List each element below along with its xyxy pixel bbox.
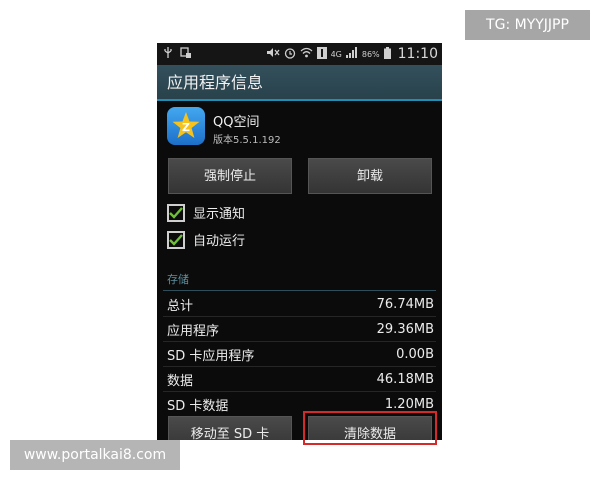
- show-notifications-label: 显示通知: [193, 207, 246, 222]
- storage-label: 应用程序: [167, 323, 220, 339]
- clear-data-highlight: [303, 411, 437, 445]
- network-type-label: 4G: [330, 49, 342, 59]
- storage-label: 总计: [167, 298, 194, 314]
- checkmark-icon: [169, 233, 183, 246]
- auto-run-label: 自动运行: [193, 234, 246, 249]
- storage-section-header: 存储: [167, 273, 189, 286]
- section-divider: [163, 290, 436, 291]
- notification-icon: [316, 46, 327, 62]
- storage-row-sd-app: SD 卡应用程序 0.00B: [167, 342, 434, 366]
- alarm-icon: [284, 47, 296, 62]
- usb-icon: [163, 46, 173, 62]
- show-notifications-checkbox[interactable]: [167, 203, 185, 222]
- storage-label: 数据: [167, 373, 194, 389]
- status-right: 4G 86% 11:10: [266, 46, 442, 62]
- wifi-icon: [300, 47, 313, 61]
- site-watermark: www.portalkai8.com: [10, 440, 180, 470]
- phone-screen: 4G 86% 11:10 应用程序信息 Z QQ空间 版本5.5.1.192 强…: [157, 43, 442, 440]
- storage-label: SD 卡数据: [167, 398, 229, 414]
- clock: 11:10: [397, 46, 438, 62]
- status-bar: 4G 86% 11:10: [157, 43, 442, 65]
- app-version: 版本5.5.1.192: [213, 135, 281, 146]
- storage-value: 76.74MB: [376, 296, 434, 312]
- tg-watermark: TG: MYYJJPP: [465, 10, 590, 40]
- mute-icon: [266, 47, 280, 61]
- uninstall-button[interactable]: 卸载: [308, 158, 432, 194]
- storage-value: 46.18MB: [376, 371, 434, 387]
- signal-icon: [345, 47, 358, 61]
- page-title: 应用程序信息: [157, 65, 442, 101]
- storage-value: 0.00B: [396, 346, 434, 362]
- storage-value: 29.36MB: [376, 321, 434, 337]
- status-left: [157, 46, 192, 62]
- app-name: QQ空间: [213, 115, 260, 130]
- move-to-sd-button[interactable]: 移动至 SD 卡: [168, 416, 292, 440]
- storage-row-data: 数据 46.18MB: [167, 367, 434, 391]
- storage-label: SD 卡应用程序: [167, 348, 255, 364]
- auto-run-checkbox[interactable]: [167, 230, 185, 249]
- storage-row-total: 总计 76.74MB: [167, 292, 434, 316]
- debug-icon: [180, 46, 192, 62]
- checkmark-icon: [169, 206, 183, 219]
- storage-value: 1.20MB: [384, 396, 434, 412]
- show-notifications-row[interactable]: 显示通知: [167, 203, 245, 222]
- battery-percent: 86%: [361, 49, 380, 59]
- battery-icon: [383, 46, 391, 62]
- force-stop-button[interactable]: 强制停止: [168, 158, 292, 194]
- storage-row-app: 应用程序 29.36MB: [167, 317, 434, 341]
- auto-run-row[interactable]: 自动运行: [167, 230, 245, 249]
- app-icon-letter: Z: [182, 121, 190, 134]
- qzone-star-icon: Z: [167, 107, 205, 145]
